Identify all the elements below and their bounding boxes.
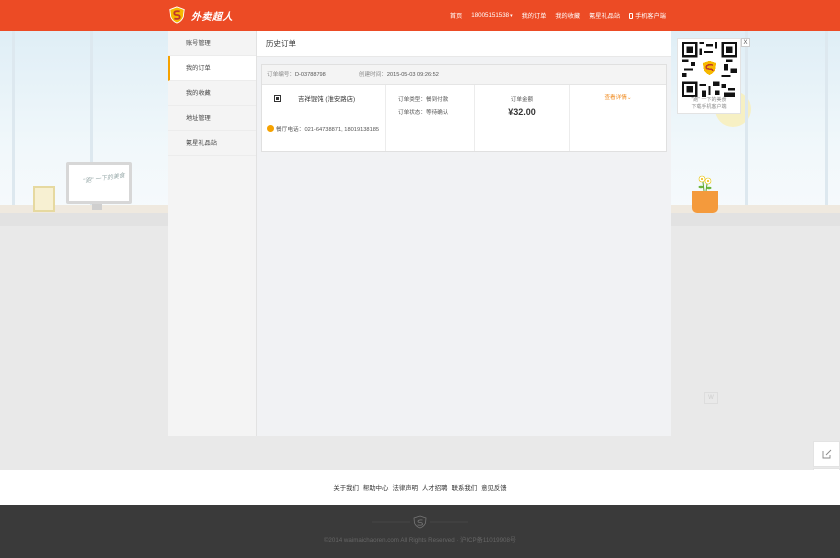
chevron-down-icon: ⌄ <box>626 95 632 101</box>
order-time-label: 创建时间： <box>358 72 387 78</box>
account-sidebar: 账号管理 我的订单 我的收藏 地址管理 氪星礼品站 <box>168 31 257 436</box>
nav-mobile-client[interactable]: 手机客户端 <box>629 11 666 20</box>
footer-link-jobs[interactable]: 人才招聘 <box>422 483 448 492</box>
main-content: 历史订单 订单编号：D-03788798 创建时间：2015-05-03 09:… <box>257 31 671 436</box>
order-card: 订单编号：D-03788798 创建时间：2015-05-03 09:26:52… <box>261 64 667 152</box>
order-columns: 吉祥馄饨 (淮安路店) 餐厅电话：021-64738871, 180191381… <box>262 85 666 151</box>
footer-link-legal[interactable]: 法律声明 <box>392 483 418 492</box>
order-amount-col: 订单金额 ¥32.00 <box>475 85 570 151</box>
feedback-button[interactable] <box>813 441 840 467</box>
logo[interactable]: 外卖超人 <box>168 6 233 24</box>
sidebar-item-address[interactable]: 地址管理 <box>168 106 256 131</box>
nav-home[interactable]: 首页 <box>450 11 462 20</box>
order-status-col: 订单类型：餐到付款 订单状态：等待确认 <box>386 85 475 151</box>
monitor-slogan: "跑" 一下的美食 <box>82 173 126 185</box>
tel-value: 021-64738871, 18019138185 <box>304 127 380 133</box>
footer-copyright: ©2014 waimaichaoren.com All Rights Reser… <box>323 537 517 544</box>
top-nav: 首页 18005151538▾ 我的订单 我的收藏 氪星礼品站 手机客户端 <box>450 0 666 31</box>
monitor-decoration: "跑" 一下的美食 <box>66 162 132 204</box>
sidebar-item-account[interactable]: 账号管理 <box>168 31 256 56</box>
order-restaurant-col: 吉祥馄饨 (淮安路店) 餐厅电话：021-64738871, 180191381… <box>262 85 386 151</box>
footer-logo-icon <box>372 515 468 529</box>
nav-my-favorites[interactable]: 我的收藏 <box>555 11 580 20</box>
restaurant-icon <box>274 95 281 102</box>
window-frame <box>12 31 15 211</box>
nav-user-phone-label: 18005151538 <box>471 12 510 19</box>
order-number: D-03788798 <box>294 72 326 78</box>
footer-link-contact[interactable]: 联系我们 <box>452 483 478 492</box>
order-type-label: 订单类型： <box>398 97 426 103</box>
tel-label: 餐厅电话： <box>276 127 305 133</box>
phone-icon <box>267 125 274 132</box>
sidebar-item-my-favorites[interactable]: 我的收藏 <box>168 81 256 106</box>
restaurant-tel: 餐厅电话：021-64738871, 18019138185 <box>267 125 385 135</box>
window-frame <box>825 31 828 211</box>
order-time: 2015-05-03 09:26:52 <box>386 72 439 78</box>
qr-close-button[interactable]: X <box>741 38 750 47</box>
shield-s-icon <box>169 6 185 24</box>
flower-plant-icon <box>698 175 712 192</box>
footer-links: 关于我们 帮助中心 法律声明 人才招聘 联系我们 意见反馈 <box>0 470 840 505</box>
nav-gift-store[interactable]: 氪星礼品站 <box>589 11 620 20</box>
nav-user-phone[interactable]: 18005151538▾ <box>471 12 512 19</box>
view-detail-link[interactable]: 查看详情⌄ <box>570 93 666 101</box>
nav-mobile-client-label: 手机客户端 <box>635 13 666 20</box>
footer-bottom: ©2014 waimaichaoren.com All Rights Reser… <box>0 505 840 558</box>
order-type: 订单类型：餐到付款 <box>398 95 448 103</box>
qr-caption-line1: "跑" 一下的美食 <box>691 97 727 103</box>
order-header: 订单编号：D-03788798 创建时间：2015-05-03 09:26:52 <box>262 65 666 85</box>
page-title: 历史订单 <box>257 31 671 57</box>
monitor-stand <box>92 204 102 210</box>
edit-icon <box>822 449 831 459</box>
logo-text: 外卖超人 <box>191 11 233 23</box>
top-header: 外卖超人 首页 18005151538▾ 我的订单 我的收藏 氪星礼品站 手机客… <box>0 0 840 31</box>
window-frame <box>745 31 748 211</box>
sidebar-item-gift-store[interactable]: 氪星礼品站 <box>168 131 256 156</box>
footer-link-help[interactable]: 帮助中心 <box>363 483 389 492</box>
order-type-value: 餐到付款 <box>425 97 449 103</box>
nav-my-orders[interactable]: 我的订单 <box>522 11 547 20</box>
footer-link-feedback[interactable]: 意见反馈 <box>481 483 507 492</box>
footer-link-about[interactable]: 关于我们 <box>333 483 359 492</box>
view-detail-label: 查看详情 <box>604 95 627 101</box>
sidebar-item-my-orders[interactable]: 我的订单 <box>168 56 256 81</box>
amount-label: 订单金额 <box>510 97 534 103</box>
qr-caption-line2: 下载手机客户端 <box>691 104 727 110</box>
flower-pot <box>692 191 718 213</box>
watermark-icon: W <box>704 392 718 404</box>
order-number-label: 订单编号： <box>267 72 295 78</box>
order-amount: ¥32.00 <box>508 107 536 117</box>
photo-frame-decoration <box>33 186 55 212</box>
caret-down-icon: ▾ <box>510 13 513 19</box>
order-action-col: 查看详情⌄ <box>570 85 666 151</box>
qr-caption: "跑" 一下的美食 下载手机客户端 <box>678 97 740 111</box>
qr-code-icon <box>682 42 737 97</box>
order-status: 订单状态：等待确认 <box>398 108 448 116</box>
restaurant-name[interactable]: 吉祥馄饨 (淮安路店) <box>298 94 355 103</box>
order-status-value: 等待确认 <box>425 110 449 116</box>
order-status-label: 订单状态： <box>398 110 426 116</box>
qr-popup: "跑" 一下的美食 下载手机客户端 <box>677 38 741 114</box>
mobile-phone-icon <box>629 13 634 19</box>
